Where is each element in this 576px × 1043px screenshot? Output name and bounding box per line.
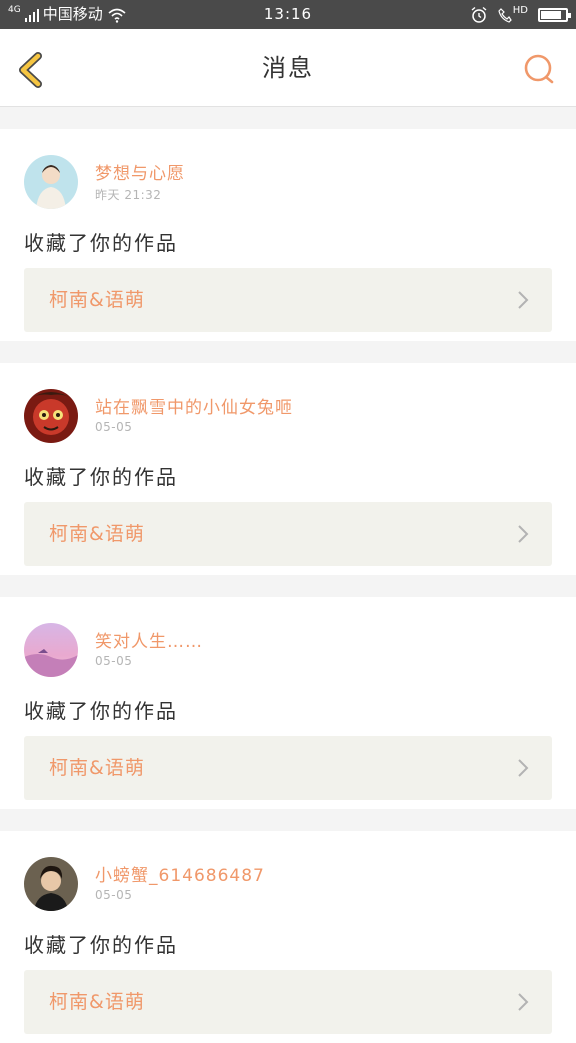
timestamp: 昨天 21:32 bbox=[95, 188, 162, 202]
work-link[interactable]: 柯南&语萌 bbox=[24, 502, 552, 566]
message-item[interactable]: 笑对人生…… 05-05 收藏了你的作品 柯南&语萌 bbox=[0, 597, 576, 809]
search-icon bbox=[524, 54, 554, 84]
action-text: 收藏了你的作品 bbox=[24, 465, 178, 489]
header-bar: 消息 bbox=[0, 29, 576, 107]
username[interactable]: 梦想与心愿 bbox=[95, 159, 185, 184]
work-link[interactable]: 柯南&语萌 bbox=[24, 736, 552, 800]
work-link[interactable]: 柯南&语萌 bbox=[24, 268, 552, 332]
work-title: 柯南&语萌 bbox=[49, 991, 145, 1013]
work-title: 柯南&语萌 bbox=[49, 523, 145, 545]
chevron-right-icon bbox=[518, 993, 529, 1011]
message-list: 梦想与心愿 昨天 21:32 收藏了你的作品 柯南&语萌 站在飘雪中的小仙女兔咂 bbox=[0, 107, 576, 1043]
action-text: 收藏了你的作品 bbox=[24, 699, 178, 723]
divider bbox=[0, 809, 576, 831]
avatar[interactable] bbox=[24, 389, 78, 443]
work-title: 柯南&语萌 bbox=[49, 289, 145, 311]
username[interactable]: 笑对人生…… bbox=[95, 627, 203, 652]
timestamp: 05-05 bbox=[95, 420, 133, 434]
message-item[interactable]: 小螃蟹_614686487 05-05 收藏了你的作品 柯南&语萌 bbox=[0, 831, 576, 1043]
work-title: 柯南&语萌 bbox=[49, 757, 145, 779]
timestamp: 05-05 bbox=[95, 654, 133, 668]
battery-icon bbox=[538, 7, 571, 22]
message-item[interactable]: 梦想与心愿 昨天 21:32 收藏了你的作品 柯南&语萌 bbox=[0, 129, 576, 341]
divider bbox=[0, 107, 576, 129]
chevron-right-icon bbox=[518, 759, 529, 777]
avatar[interactable] bbox=[24, 857, 78, 911]
timestamp: 05-05 bbox=[95, 888, 133, 902]
divider bbox=[0, 575, 576, 597]
chevron-right-icon bbox=[518, 525, 529, 543]
work-link[interactable]: 柯南&语萌 bbox=[24, 970, 552, 1034]
avatar[interactable] bbox=[24, 623, 78, 677]
avatar[interactable] bbox=[24, 155, 78, 209]
battery-fill bbox=[541, 10, 561, 19]
hd-call-icon: HD bbox=[498, 5, 528, 23]
username[interactable]: 站在飘雪中的小仙女兔咂 bbox=[95, 393, 293, 418]
page-title: 消息 bbox=[262, 54, 314, 82]
status-right: HD bbox=[470, 0, 571, 29]
divider bbox=[0, 341, 576, 363]
action-text: 收藏了你的作品 bbox=[24, 231, 178, 255]
message-item[interactable]: 站在飘雪中的小仙女兔咂 05-05 收藏了你的作品 柯南&语萌 bbox=[0, 363, 576, 575]
search-button[interactable] bbox=[522, 53, 556, 87]
alarm-icon bbox=[471, 6, 487, 23]
status-bar: 4G 中国移动 13:16 HD bbox=[0, 0, 576, 29]
username[interactable]: 小螃蟹_614686487 bbox=[95, 861, 265, 886]
chevron-right-icon bbox=[518, 291, 529, 309]
action-text: 收藏了你的作品 bbox=[24, 933, 178, 957]
